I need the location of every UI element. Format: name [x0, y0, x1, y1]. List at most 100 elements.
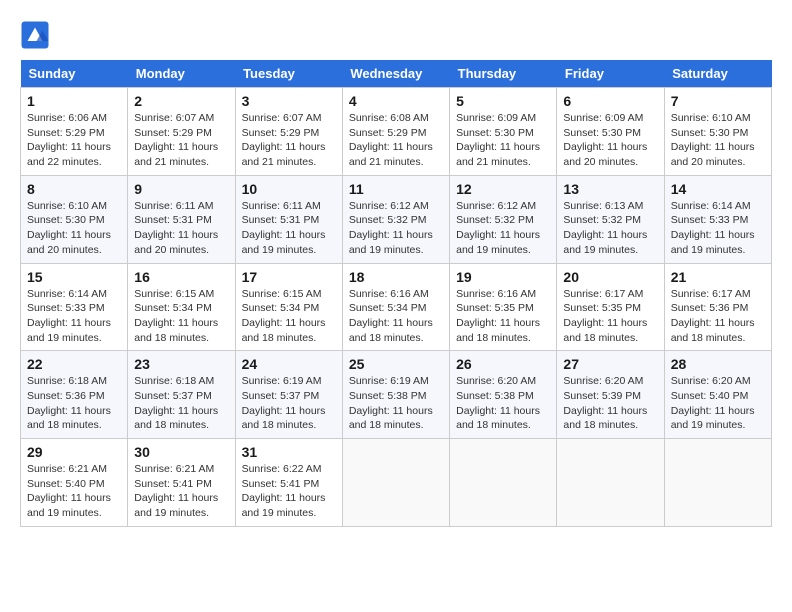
day-number: 1: [27, 93, 121, 109]
page-header: [20, 20, 772, 50]
day-number: 28: [671, 356, 765, 372]
day-info: Sunrise: 6:11 AM Sunset: 5:31 PM Dayligh…: [134, 199, 228, 258]
day-info: Sunrise: 6:09 AM Sunset: 5:30 PM Dayligh…: [563, 111, 657, 170]
calendar-cell: 19Sunrise: 6:16 AM Sunset: 5:35 PM Dayli…: [450, 263, 557, 351]
day-info: Sunrise: 6:10 AM Sunset: 5:30 PM Dayligh…: [671, 111, 765, 170]
day-number: 29: [27, 444, 121, 460]
calendar-cell: [664, 439, 771, 527]
weekday-header-tuesday: Tuesday: [235, 60, 342, 88]
weekday-header-monday: Monday: [128, 60, 235, 88]
calendar-cell: 5 Sunrise: 6:09 AM Sunset: 5:30 PM Daylig…: [450, 88, 557, 176]
calendar-cell: 30 Sunrise: 6:21 AM Sunset: 5:41 PM Dayli…: [128, 439, 235, 527]
calendar-cell: 9 Sunrise: 6:11 AM Sunset: 5:31 PM Daylig…: [128, 175, 235, 263]
day-info: Sunrise: 6:18 AM Sunset: 5:37 PM Dayligh…: [134, 374, 228, 433]
calendar-cell: 28 Sunrise: 6:20 AM Sunset: 5:40 PM Dayli…: [664, 351, 771, 439]
day-info: Sunrise: 6:07 AM Sunset: 5:29 PM Dayligh…: [242, 111, 336, 170]
day-info: Sunrise: 6:19 AM Sunset: 5:37 PM Dayligh…: [242, 374, 336, 433]
day-number: 21: [671, 269, 765, 285]
calendar-cell: [450, 439, 557, 527]
calendar-week-row: 15 Sunrise: 6:14 AM Sunset: 5:33 PM Dayli…: [21, 263, 772, 351]
day-number: 16: [134, 269, 228, 285]
calendar-cell: 11 Sunrise: 6:12 AM Sunset: 5:32 PM Dayli…: [342, 175, 449, 263]
weekday-header-saturday: Saturday: [664, 60, 771, 88]
calendar-cell: 22 Sunrise: 6:18 AM Sunset: 5:36 PM Dayli…: [21, 351, 128, 439]
day-info: Sunrise: 6:08 AM Sunset: 5:29 PM Dayligh…: [349, 111, 443, 170]
day-number: 17: [242, 269, 336, 285]
day-info: Sunrise: 6:21 AM Sunset: 5:40 PM Dayligh…: [27, 462, 121, 521]
day-info: Sunrise: 6:14 AM Sunset: 5:33 PM Dayligh…: [27, 287, 121, 346]
day-info: Sunrise: 6:13 AM Sunset: 5:32 PM Dayligh…: [563, 199, 657, 258]
day-number: 26: [456, 356, 550, 372]
calendar-cell: 8 Sunrise: 6:10 AM Sunset: 5:30 PM Daylig…: [21, 175, 128, 263]
day-info: Sunrise: 6:15 AM Sunset: 5:34 PM Dayligh…: [134, 287, 228, 346]
day-number: 6: [563, 93, 657, 109]
calendar-cell: 12 Sunrise: 6:12 AM Sunset: 5:32 PM Dayli…: [450, 175, 557, 263]
day-info: Sunrise: 6:11 AM Sunset: 5:31 PM Dayligh…: [242, 199, 336, 258]
day-number: 7: [671, 93, 765, 109]
day-number: 22: [27, 356, 121, 372]
calendar-week-row: 29 Sunrise: 6:21 AM Sunset: 5:40 PM Dayli…: [21, 439, 772, 527]
day-info: Sunrise: 6:14 AM Sunset: 5:33 PM Dayligh…: [671, 199, 765, 258]
day-number: 31: [242, 444, 336, 460]
calendar-cell: 3Sunrise: 6:07 AM Sunset: 5:29 PM Daylig…: [235, 88, 342, 176]
day-info: Sunrise: 6:20 AM Sunset: 5:40 PM Dayligh…: [671, 374, 765, 433]
day-info: Sunrise: 6:17 AM Sunset: 5:36 PM Dayligh…: [671, 287, 765, 346]
calendar-cell: 31 Sunrise: 6:22 AM Sunset: 5:41 PM Dayli…: [235, 439, 342, 527]
calendar-cell: 17 Sunrise: 6:15 AM Sunset: 5:34 PM Dayli…: [235, 263, 342, 351]
day-number: 13: [563, 181, 657, 197]
day-number: 11: [349, 181, 443, 197]
day-number: 8: [27, 181, 121, 197]
calendar-cell: 7 Sunrise: 6:10 AM Sunset: 5:30 PM Daylig…: [664, 88, 771, 176]
day-info: Sunrise: 6:18 AM Sunset: 5:36 PM Dayligh…: [27, 374, 121, 433]
calendar-cell: 1 Sunrise: 6:06 AM Sunset: 5:29 PM Daylig…: [21, 88, 128, 176]
weekday-header-sunday: Sunday: [21, 60, 128, 88]
day-number: 25: [349, 356, 443, 372]
calendar-cell: 20Sunrise: 6:17 AM Sunset: 5:35 PM Dayli…: [557, 263, 664, 351]
calendar-cell: 15 Sunrise: 6:14 AM Sunset: 5:33 PM Dayli…: [21, 263, 128, 351]
calendar-week-row: 1 Sunrise: 6:06 AM Sunset: 5:29 PM Daylig…: [21, 88, 772, 176]
calendar-cell: 16 Sunrise: 6:15 AM Sunset: 5:34 PM Dayli…: [128, 263, 235, 351]
calendar-cell: 6 Sunrise: 6:09 AM Sunset: 5:30 PM Daylig…: [557, 88, 664, 176]
calendar-cell: 14 Sunrise: 6:14 AM Sunset: 5:33 PM Dayli…: [664, 175, 771, 263]
day-number: 30: [134, 444, 228, 460]
day-number: 10: [242, 181, 336, 197]
day-info: Sunrise: 6:12 AM Sunset: 5:32 PM Dayligh…: [456, 199, 550, 258]
calendar-cell: 10 Sunrise: 6:11 AM Sunset: 5:31 PM Dayli…: [235, 175, 342, 263]
day-info: Sunrise: 6:10 AM Sunset: 5:30 PM Dayligh…: [27, 199, 121, 258]
day-info: Sunrise: 6:15 AM Sunset: 5:34 PM Dayligh…: [242, 287, 336, 346]
day-number: 18: [349, 269, 443, 285]
day-number: 14: [671, 181, 765, 197]
day-info: Sunrise: 6:21 AM Sunset: 5:41 PM Dayligh…: [134, 462, 228, 521]
weekday-header-row: SundayMondayTuesdayWednesdayThursdayFrid…: [21, 60, 772, 88]
calendar-cell: 27 Sunrise: 6:20 AM Sunset: 5:39 PM Dayli…: [557, 351, 664, 439]
calendar-cell: 4 Sunrise: 6:08 AM Sunset: 5:29 PM Daylig…: [342, 88, 449, 176]
calendar-cell: [557, 439, 664, 527]
day-info: Sunrise: 6:20 AM Sunset: 5:38 PM Dayligh…: [456, 374, 550, 433]
day-number: 5: [456, 93, 550, 109]
day-number: 27: [563, 356, 657, 372]
day-number: 12: [456, 181, 550, 197]
day-info: Sunrise: 6:22 AM Sunset: 5:41 PM Dayligh…: [242, 462, 336, 521]
day-info: Sunrise: 6:06 AM Sunset: 5:29 PM Dayligh…: [27, 111, 121, 170]
day-info: Sunrise: 6:16 AM Sunset: 5:34 PM Dayligh…: [349, 287, 443, 346]
day-number: 15: [27, 269, 121, 285]
day-info: Sunrise: 6:07 AM Sunset: 5:29 PM Dayligh…: [134, 111, 228, 170]
calendar-cell: [342, 439, 449, 527]
calendar-cell: 13 Sunrise: 6:13 AM Sunset: 5:32 PM Dayli…: [557, 175, 664, 263]
calendar-week-row: 8 Sunrise: 6:10 AM Sunset: 5:30 PM Daylig…: [21, 175, 772, 263]
day-info: Sunrise: 6:12 AM Sunset: 5:32 PM Dayligh…: [349, 199, 443, 258]
day-number: 23: [134, 356, 228, 372]
logo: [20, 20, 54, 50]
calendar-cell: 18 Sunrise: 6:16 AM Sunset: 5:34 PM Dayli…: [342, 263, 449, 351]
weekday-header-thursday: Thursday: [450, 60, 557, 88]
day-number: 4: [349, 93, 443, 109]
calendar-table: SundayMondayTuesdayWednesdayThursdayFrid…: [20, 60, 772, 527]
day-number: 9: [134, 181, 228, 197]
day-info: Sunrise: 6:20 AM Sunset: 5:39 PM Dayligh…: [563, 374, 657, 433]
day-number: 19: [456, 269, 550, 285]
calendar-cell: 25Sunrise: 6:19 AM Sunset: 5:38 PM Dayli…: [342, 351, 449, 439]
calendar-cell: 21 Sunrise: 6:17 AM Sunset: 5:36 PM Dayli…: [664, 263, 771, 351]
day-info: Sunrise: 6:17 AM Sunset: 5:35 PM Dayligh…: [563, 287, 657, 346]
day-info: Sunrise: 6:09 AM Sunset: 5:30 PM Dayligh…: [456, 111, 550, 170]
weekday-header-wednesday: Wednesday: [342, 60, 449, 88]
